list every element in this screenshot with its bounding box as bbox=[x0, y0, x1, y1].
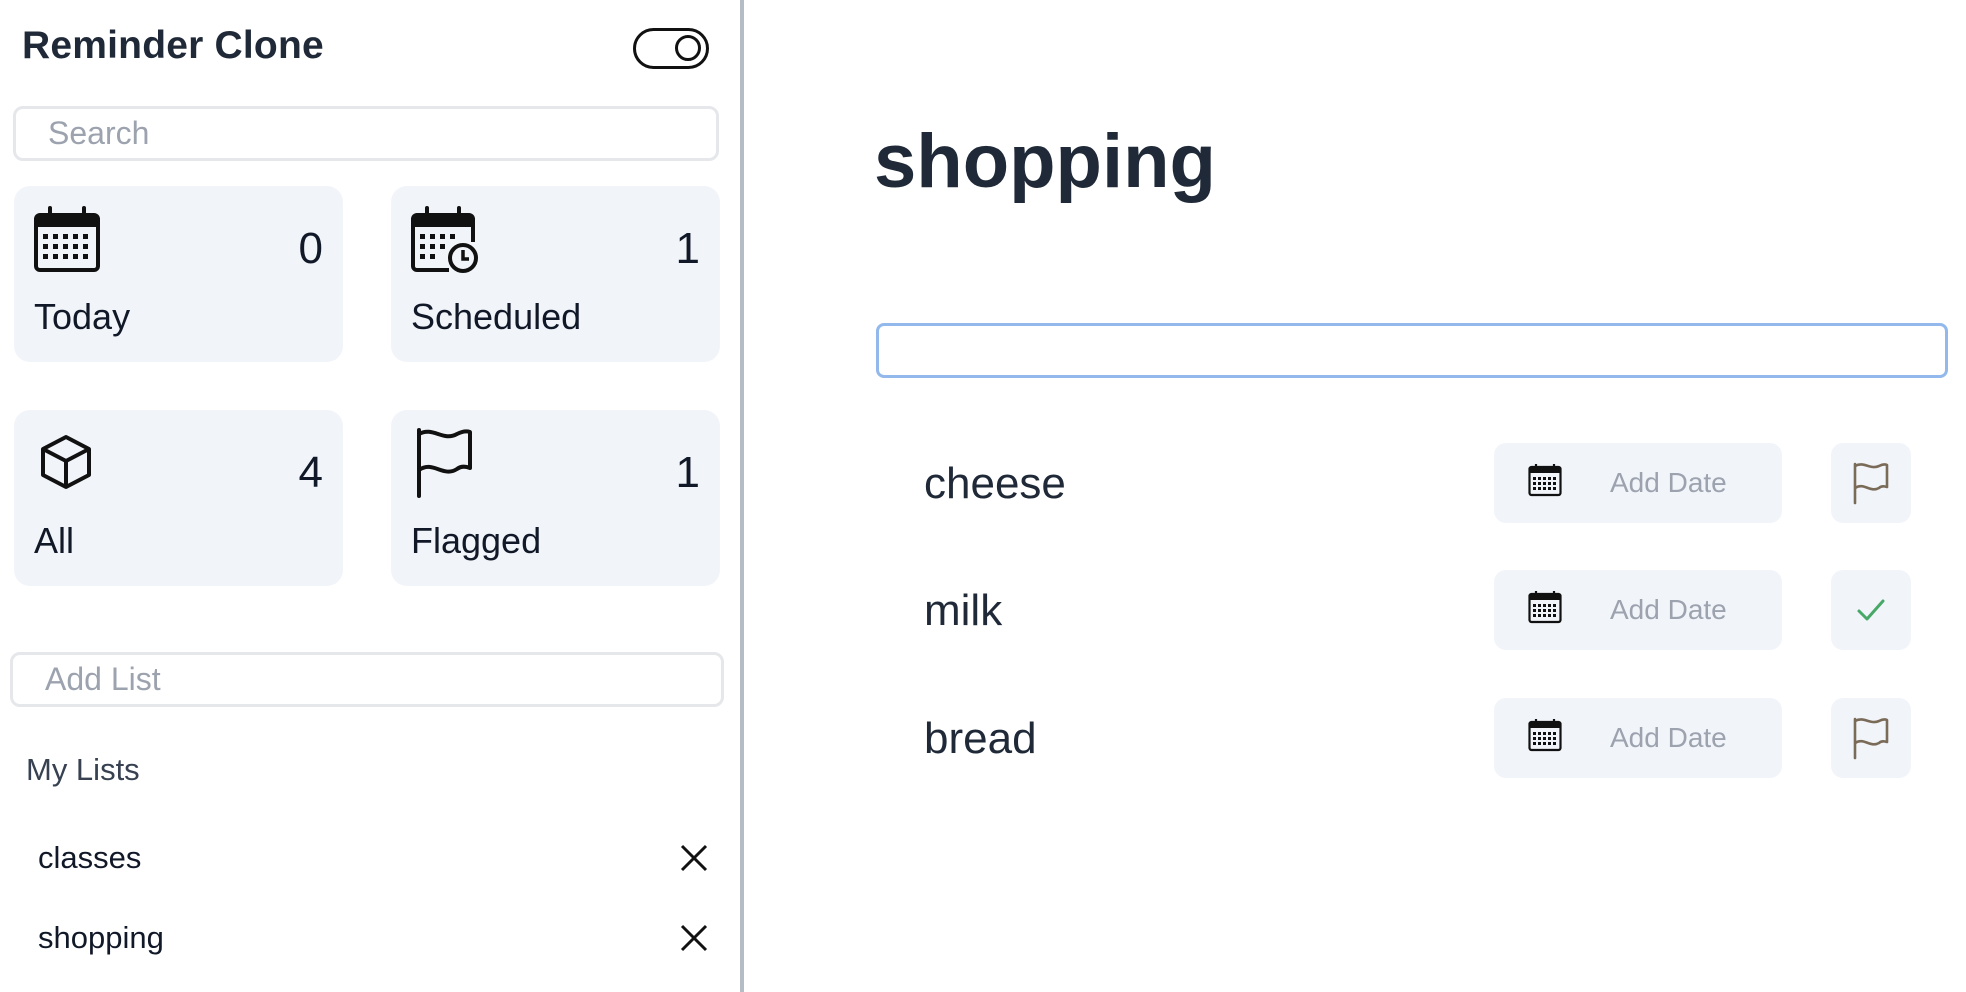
reminder-text[interactable]: bread bbox=[924, 714, 1037, 764]
reminder-row: bread Add Date bbox=[876, 698, 1948, 778]
toggle-knob bbox=[675, 35, 701, 61]
add-date-button[interactable]: Add Date bbox=[1494, 443, 1782, 523]
close-icon[interactable] bbox=[676, 840, 712, 876]
tile-label: All bbox=[34, 520, 75, 561]
calendar-icon bbox=[1528, 463, 1562, 502]
list-item-shopping[interactable]: shopping bbox=[22, 906, 712, 970]
tile-label: Flagged bbox=[411, 520, 542, 561]
tile-scheduled[interactable]: 1 Scheduled bbox=[391, 186, 720, 362]
close-icon[interactable] bbox=[676, 920, 712, 956]
tile-count: 1 bbox=[675, 448, 700, 497]
my-lists-heading: My Lists bbox=[26, 752, 140, 787]
add-date-button[interactable]: Add Date bbox=[1494, 698, 1782, 778]
calendar-icon bbox=[1528, 590, 1562, 629]
cube-icon bbox=[38, 434, 94, 495]
flag-button[interactable] bbox=[1831, 698, 1911, 778]
add-date-label: Add Date bbox=[1610, 594, 1727, 625]
calendar-clock-icon bbox=[411, 206, 479, 279]
sidebar: Reminder Clone 0 Today bbox=[0, 0, 744, 992]
flag-button[interactable] bbox=[1831, 443, 1911, 523]
reminder-text[interactable]: cheese bbox=[924, 459, 1066, 509]
tile-count: 1 bbox=[675, 224, 700, 273]
tile-count: 4 bbox=[298, 448, 323, 497]
tile-flagged[interactable]: 1 Flagged bbox=[391, 410, 720, 586]
tile-all[interactable]: 4 All bbox=[14, 410, 343, 586]
tile-count: 0 bbox=[298, 224, 323, 273]
add-list-input[interactable] bbox=[10, 652, 724, 707]
tile-label: Today bbox=[34, 296, 131, 337]
tile-label: Scheduled bbox=[411, 296, 582, 337]
complete-button[interactable] bbox=[1831, 570, 1911, 650]
app-title: Reminder Clone bbox=[22, 24, 324, 67]
add-date-label: Add Date bbox=[1610, 467, 1727, 498]
list-item-classes[interactable]: classes bbox=[22, 826, 712, 890]
reminder-row: milk Add Date bbox=[876, 570, 1948, 650]
new-reminder-input[interactable] bbox=[876, 323, 1948, 378]
add-date-label: Add Date bbox=[1610, 722, 1727, 753]
add-date-button[interactable]: Add Date bbox=[1494, 570, 1782, 650]
theme-toggle[interactable] bbox=[633, 28, 709, 69]
reminder-text[interactable]: milk bbox=[924, 586, 1002, 636]
list-item-name: classes bbox=[38, 840, 142, 875]
calendar-icon bbox=[34, 206, 100, 277]
tile-today[interactable]: 0 Today bbox=[14, 186, 343, 362]
search-input[interactable] bbox=[13, 106, 719, 161]
flag-icon bbox=[415, 428, 475, 503]
calendar-icon bbox=[1528, 718, 1562, 757]
list-item-name: shopping bbox=[38, 920, 164, 955]
reminder-row: cheese Add Date bbox=[876, 443, 1948, 523]
page-title: shopping bbox=[874, 119, 1216, 204]
